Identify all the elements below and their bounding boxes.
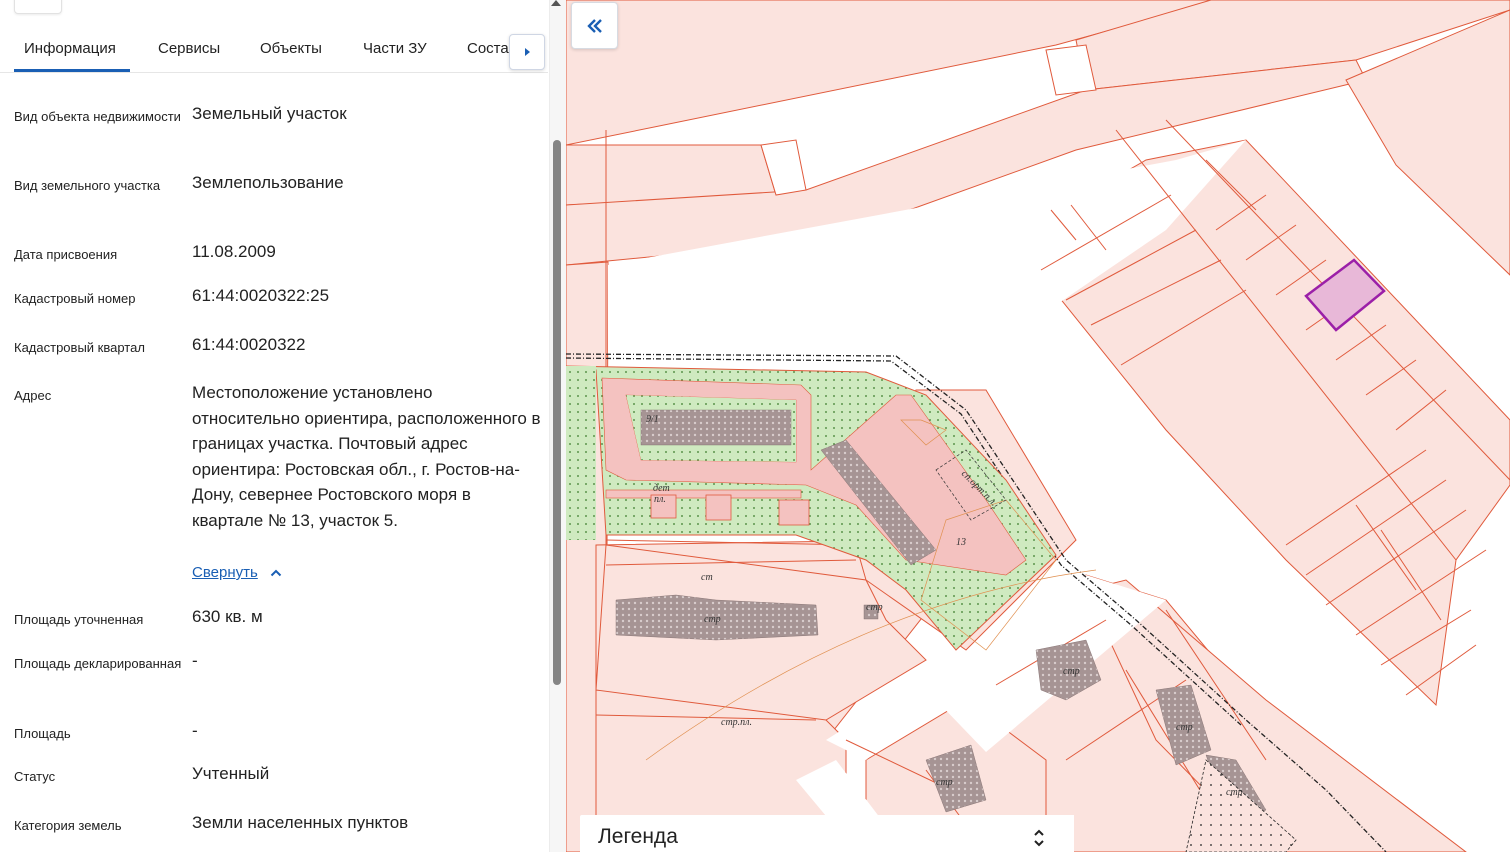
tab-services[interactable]: Сервисы [158, 40, 220, 57]
active-tab-indicator [14, 69, 130, 72]
date-label: Дата присвоения [14, 247, 118, 262]
area-refined-label: Площадь уточненная [14, 612, 144, 627]
collapse-panel-button[interactable] [571, 2, 618, 49]
map-label-str-4: стр [936, 777, 953, 788]
tab-bar: Информация Сервисы Объекты Части ЗУ Сост… [0, 28, 548, 73]
cadastral-quarter-label: Кадастровый квартал [14, 340, 145, 355]
cadastral-map[interactable]: дет пл. сп.орт.п.л. стр стр.пл. стр стр … [566, 0, 1510, 852]
status-value: Учтенный [192, 764, 270, 783]
map-canvas[interactable]: дет пл. сп.орт.п.л. стр стр.пл. стр стр … [566, 0, 1510, 852]
map-label-str-2: стр [1063, 666, 1080, 677]
map-label-str-pl: стр.пл. [721, 717, 752, 728]
area-value: - [192, 721, 198, 740]
area-label: Площадь [14, 726, 71, 741]
info-panel: Информация Сервисы Объекты Части ЗУ Сост… [0, 0, 566, 852]
tab-objects[interactable]: Объекты [260, 40, 322, 57]
cadastral-number-label: Кадастровый номер [14, 291, 136, 306]
map-label-str-6: стр [866, 602, 883, 613]
scroll-up-arrow-icon[interactable] [551, 0, 561, 6]
address-label: Адрес [14, 388, 52, 403]
expand-collapse-icon[interactable] [1032, 827, 1046, 849]
cadastral-quarter-value: 61:44:0020322 [192, 335, 306, 354]
object-type-value: Земельный участок [192, 104, 347, 123]
address-value: Местоположение установлено относительно … [192, 383, 541, 530]
land-category-label: Категория земель [14, 818, 122, 833]
area-declared-value: - [192, 651, 198, 670]
map-label-det-2: пл. [654, 494, 666, 505]
map-label-str-5: стр [1226, 787, 1243, 798]
map-label-str-1: стр [704, 614, 721, 625]
panel-scrollbar-thumb[interactable] [553, 140, 561, 685]
collapse-link[interactable]: Свернуть [192, 564, 282, 581]
legend-title: Легенда [598, 825, 678, 848]
area-refined-value: 630 кв. м [192, 607, 263, 626]
tab-parcel-parts[interactable]: Части ЗУ [363, 40, 427, 57]
row-address: Адрес Местоположение установлено относит… [14, 380, 544, 590]
object-type-label: Вид объекта недвижимости [14, 109, 181, 124]
double-chevron-left-icon [586, 18, 602, 33]
map-label-st: ст [701, 572, 713, 583]
caret-right-icon [525, 48, 530, 56]
area-declared-label: Площадь декларированная [14, 656, 182, 671]
legend-panel[interactable]: Легенда [580, 815, 1074, 852]
map-label-9-1: 9/1 [646, 414, 659, 425]
building-1 [640, 409, 792, 446]
date-value: 11.08.2009 [192, 242, 276, 261]
map-label-str-3: стр [1176, 722, 1193, 733]
panel-top-button[interactable] [14, 0, 62, 14]
collapse-link-text[interactable]: Свернуть [192, 564, 258, 581]
map-label-det-1: дет [653, 483, 670, 494]
tab-composition[interactable]: Соста [467, 40, 509, 57]
chevron-up-icon [270, 569, 282, 576]
map-label-13: 13 [956, 537, 966, 548]
land-category-value: Земли населенных пунктов [192, 813, 409, 832]
cadastral-number-value: 61:44:0020322:25 [192, 286, 330, 305]
land-type-label: Вид земельного участка [14, 178, 161, 193]
land-type-value: Землепользование [192, 173, 344, 192]
tab-information[interactable]: Информация [24, 40, 116, 57]
tabs-scroll-right-button[interactable] [509, 34, 545, 70]
status-label: Статус [14, 769, 56, 784]
